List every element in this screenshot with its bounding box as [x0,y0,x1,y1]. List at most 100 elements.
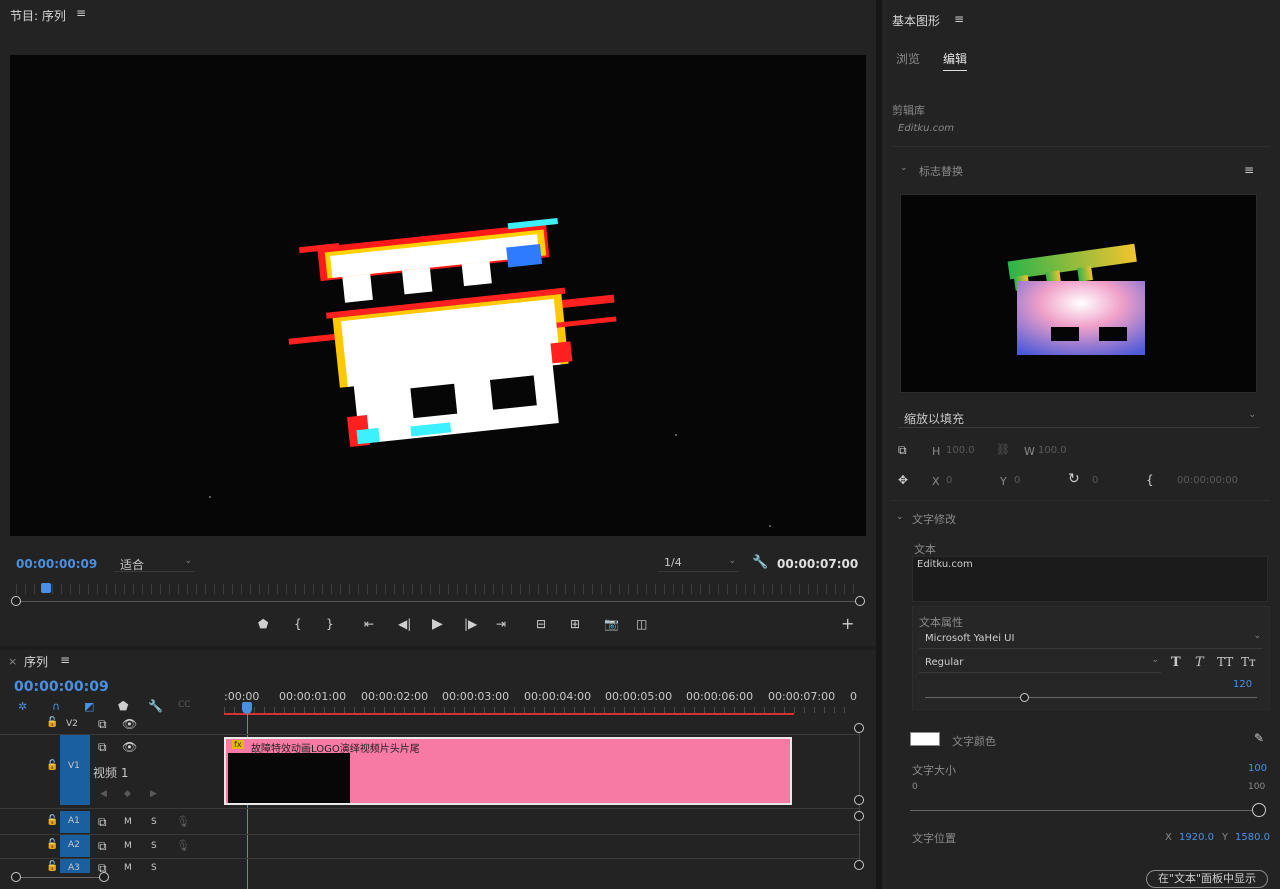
add-keyframe-icon[interactable]: ◆ [124,789,131,799]
tab-browse[interactable]: 浏览 [896,50,920,67]
solo-button[interactable]: S [151,841,157,851]
text-position-x-value[interactable]: 1920.0 [1179,832,1214,843]
linked-selection-icon[interactable]: ◩ [84,700,94,713]
next-keyframe-icon[interactable]: ▶ [150,789,157,799]
font-style-select[interactable]: Regular ⌄ [919,655,1161,673]
nest-icon[interactable]: ✲ [18,700,27,713]
sync-lock-icon[interactable]: ⧉ [98,816,107,828]
zoom-handle-right[interactable] [855,596,865,606]
x-value[interactable]: 0 [946,475,952,486]
insert-icon[interactable]: ⊟ [536,618,546,630]
resolution-select[interactable]: 1/4 ⌄ [658,556,738,572]
go-to-in-icon[interactable]: ⇤ [364,618,374,630]
solo-button[interactable]: S [151,863,157,873]
zoom-handle-left[interactable] [11,596,21,606]
w-value[interactable]: 100.0 [1038,445,1067,456]
track-target-a2[interactable]: A2 [60,835,90,857]
all-caps-icon[interactable]: TT [1217,655,1233,669]
mute-button[interactable]: M [124,841,132,851]
microphone-icon[interactable]: 🎙 [176,839,190,852]
microphone-icon[interactable]: 🎙 [176,815,190,828]
essential-graphics-title[interactable]: 基本图形 [892,12,940,29]
track-target-a1[interactable]: A1 [60,811,90,833]
wrench-icon[interactable]: 🔧 [752,555,768,570]
show-in-text-panel-button[interactable]: 在"文本"面板中显示 [1146,870,1268,888]
sync-lock-icon[interactable]: ⧉ [98,718,107,730]
track-name-v1[interactable]: 视频 1 [93,764,128,781]
hscroll-handle[interactable] [99,872,109,882]
marker-icon[interactable]: ⬟ [258,618,268,630]
section-text-title[interactable]: 文字修改 [912,511,956,527]
work-area-bar[interactable] [224,713,794,715]
eye-icon[interactable]: 👁 [122,741,137,753]
track-label-v2[interactable]: V2 [66,719,78,729]
eyedropper-icon[interactable]: ✎ [1254,732,1264,744]
snap-icon[interactable]: ∩ [52,700,60,713]
vscroll-handle[interactable] [854,860,864,870]
font-size-value[interactable]: 120 [1233,679,1252,690]
lock-icon[interactable]: 🔓 [46,840,58,850]
add-marker-icon[interactable]: ⬟ [118,700,128,712]
program-mini-ruler[interactable] [16,584,860,594]
timeline-playhead[interactable] [242,702,252,714]
track-target-a3[interactable]: A3 [60,859,90,873]
text-size-slider-knob[interactable] [1252,803,1266,817]
vscroll-handle[interactable] [854,795,864,805]
chevron-down-icon[interactable]: ⌄ [900,163,908,173]
h-value[interactable]: 100.0 [946,445,975,456]
program-timecode-current[interactable]: 00:00:00:09 [16,557,97,571]
compare-icon[interactable]: ◫ [636,618,647,630]
timeline-ruler[interactable]: :00:00 00:00:01:00 00:00:02:00 00:00:03:… [224,686,857,716]
vscroll-handle[interactable] [854,723,864,733]
lock-icon[interactable]: 🔓 [46,816,58,826]
timeline-horizontal-scrollbar[interactable] [16,877,104,878]
program-zoom-scrollbar[interactable] [16,601,860,602]
italic-icon[interactable]: T [1195,655,1204,670]
play-icon[interactable]: ▶ [432,617,443,631]
font-size-slider[interactable] [925,697,1257,698]
lock-icon[interactable]: 🔓 [46,862,58,872]
lock-icon[interactable]: 🔓 [46,761,58,771]
text-color-swatch[interactable] [910,732,940,746]
panel-menu-icon[interactable]: ≡ [76,7,86,19]
text-position-y-value[interactable]: 1580.0 [1235,832,1270,843]
sync-lock-icon[interactable]: ⧉ [98,741,107,753]
close-icon[interactable]: × [8,655,17,668]
text-input[interactable]: Editku.com [912,556,1268,602]
add-button-icon[interactable]: + [841,616,854,632]
lock-icon[interactable]: 🔓 [46,718,58,728]
prev-keyframe-icon[interactable]: ◀ [100,789,107,799]
step-forward-icon[interactable]: |▶ [464,618,477,630]
sequence-timecode[interactable]: 00:00:00:09 [14,679,109,695]
font-family-select[interactable]: Microsoft YaHei UI ⌄ [919,631,1263,649]
small-caps-icon[interactable]: Tт [1241,655,1256,669]
panel-menu-icon[interactable]: ≡ [60,654,70,666]
text-size-value[interactable]: 100 [1248,763,1267,774]
sync-lock-icon[interactable]: ⧉ [98,840,107,852]
hscroll-handle[interactable] [11,872,21,882]
logo-preview[interactable] [900,194,1257,393]
overwrite-icon[interactable]: ⊞ [570,618,580,630]
mute-button[interactable]: M [124,817,132,827]
section-logo-title[interactable]: 标志替换 [919,163,963,179]
step-back-icon[interactable]: ◀| [398,618,411,630]
track-target-v1[interactable]: V1 [60,735,90,805]
vscroll-handle[interactable] [854,811,864,821]
mark-in-icon[interactable]: { [294,618,302,630]
scale-select[interactable]: 缩放以填充 ⌄ [898,410,1260,428]
go-to-out-icon[interactable]: ⇥ [496,618,506,630]
sequence-tab-title[interactable]: 序列 [24,653,48,670]
fit-select[interactable]: 适合 ⌄ [114,556,194,572]
font-size-slider-knob[interactable] [1020,693,1029,702]
settings-wrench-icon[interactable]: 🔧 [148,700,163,712]
panel-menu-icon[interactable]: ≡ [954,13,964,25]
export-frame-icon[interactable]: 📷 [604,618,619,630]
tab-edit[interactable]: 编辑 [943,50,968,71]
program-monitor-title[interactable]: 节目: 序列 [10,7,66,24]
chevron-down-icon[interactable]: ⌄ [896,512,904,522]
time-value[interactable]: 00:00:00:00 [1177,475,1238,486]
captions-icon[interactable]: CC [178,700,191,710]
text-size-slider[interactable] [910,810,1260,811]
y-value[interactable]: 0 [1014,475,1020,486]
video-clip[interactable]: fx 故障特效动画LOGO演绎视频片头片尾 [224,737,792,805]
